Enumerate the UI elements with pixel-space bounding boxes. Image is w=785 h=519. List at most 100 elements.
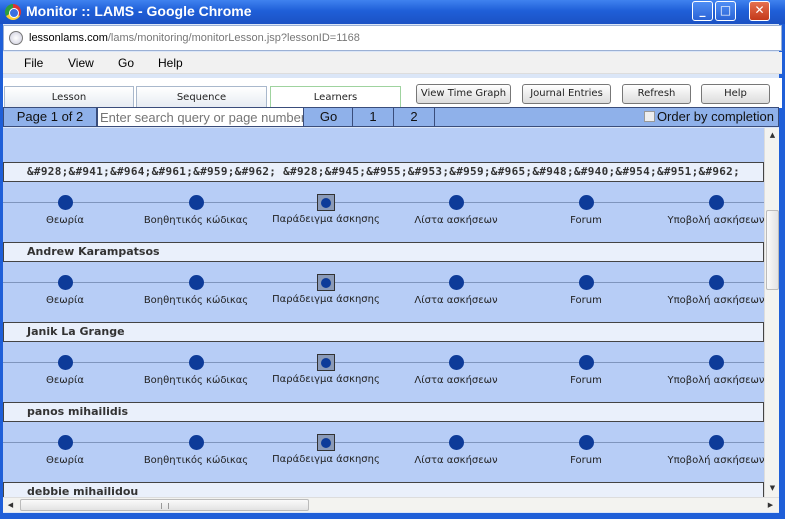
go-button[interactable]: Go: [305, 108, 353, 126]
url-text[interactable]: lessonlams.com/lams/monitoring/monitorLe…: [29, 32, 360, 44]
activity-dot-icon[interactable]: [578, 275, 594, 290]
menu-file[interactable]: File: [24, 56, 43, 70]
globe-icon: [9, 31, 23, 45]
scroll-down-arrow-icon[interactable]: ▼: [766, 482, 779, 495]
scroll-left-arrow-icon[interactable]: ◀: [4, 499, 17, 512]
activity-dot-icon[interactable]: [578, 435, 594, 450]
activity-node[interactable]: Βοηθητικός κώδικας: [131, 348, 261, 386]
learner-sequence: Θεωρία Βοηθητικός κώδικας Παράδειγμα άσκησ…: [3, 268, 764, 328]
activity-dot-icon[interactable]: [57, 195, 73, 210]
activity-node[interactable]: Forum: [521, 268, 651, 306]
activity-node[interactable]: Λίστα ασκήσεων: [391, 188, 521, 226]
activity-dot-icon[interactable]: [708, 195, 724, 210]
activity-dot-icon[interactable]: [448, 435, 464, 450]
activity-node[interactable]: Θεωρία: [3, 268, 130, 306]
activity-dot-icon[interactable]: [708, 355, 724, 370]
activity-dot-icon[interactable]: [578, 355, 594, 370]
activity-node[interactable]: Υποβολή ασκήσεων: [651, 268, 764, 306]
activity-dot-icon[interactable]: [448, 355, 464, 370]
activity-dot-icon[interactable]: [188, 275, 204, 290]
activity-node[interactable]: Θεωρία: [3, 188, 130, 226]
activity-dot-icon[interactable]: [188, 355, 204, 370]
activity-dot-icon[interactable]: [57, 355, 73, 370]
activity-dot-icon[interactable]: [57, 275, 73, 290]
activity-label: Παράδειγμα άσκησης: [272, 454, 380, 465]
activity-dot-icon[interactable]: [448, 275, 464, 290]
maximize-button[interactable]: □: [715, 1, 736, 21]
activity-label: Υποβολή ασκήσεων: [667, 455, 764, 466]
activity-node[interactable]: Υποβολή ασκήσεων: [651, 348, 764, 386]
horizontal-scroll-thumb[interactable]: [20, 499, 309, 511]
close-button[interactable]: ✕: [749, 1, 770, 21]
tab-learners[interactable]: Learners: [270, 86, 401, 108]
activity-node[interactable]: Forum: [521, 428, 651, 466]
activity-dot-icon[interactable]: [578, 195, 594, 210]
learner-sequence: Θεωρία Βοηθητικός κώδικας Παράδειγμα άσκησ…: [3, 188, 764, 248]
activity-dot-icon[interactable]: [708, 435, 724, 450]
learner-name[interactable]: Andrew Karampatsos: [3, 242, 764, 262]
journal-entries-button[interactable]: Journal Entries: [522, 84, 611, 104]
activity-node[interactable]: Βοηθητικός κώδικας: [131, 428, 261, 466]
activity-node[interactable]: Forum: [521, 188, 651, 226]
activity-dot-icon[interactable]: [188, 195, 204, 210]
learner-name[interactable]: Janik La Grange: [3, 322, 764, 342]
scroll-up-arrow-icon[interactable]: ▲: [766, 129, 779, 142]
current-activity-icon[interactable]: [317, 274, 335, 291]
learner-search-input[interactable]: [97, 108, 304, 126]
order-by-completion[interactable]: Order by completion: [643, 109, 774, 124]
scroll-right-arrow-icon[interactable]: ▶: [764, 499, 777, 512]
activity-dot-icon[interactable]: [708, 275, 724, 290]
tab-lesson[interactable]: Lesson: [4, 86, 134, 108]
menu-help[interactable]: Help: [158, 56, 183, 70]
window-frame-bottom: [0, 513, 785, 519]
activity-label: Λίστα ασκήσεων: [414, 215, 498, 226]
page-1-link[interactable]: 1: [353, 108, 394, 126]
menu-view[interactable]: View: [68, 56, 94, 70]
activity-label: Λίστα ασκήσεων: [414, 455, 498, 466]
help-button[interactable]: Help: [701, 84, 770, 104]
activity-node[interactable]: Forum: [521, 348, 651, 386]
page-indicator: Page 1 of 2: [4, 108, 97, 126]
activity-node[interactable]: Υποβολή ασκήσεων: [651, 428, 764, 466]
activity-label: Βοηθητικός κώδικας: [143, 295, 249, 306]
current-activity-icon[interactable]: [317, 194, 335, 211]
activity-label: Υποβολή ασκήσεων: [667, 215, 764, 226]
activity-node[interactable]: Παράδειγμα άσκησης: [261, 348, 391, 385]
horizontal-scrollbar[interactable]: ◀ ▶: [3, 497, 779, 512]
order-checkbox[interactable]: [643, 111, 655, 122]
menu-go[interactable]: Go: [118, 56, 134, 70]
learner-name[interactable]: panos mihailidis: [3, 402, 764, 422]
activity-node[interactable]: Λίστα ασκήσεων: [391, 348, 521, 386]
activity-node[interactable]: Λίστα ασκήσεων: [391, 428, 521, 466]
grip-icon: [161, 503, 169, 509]
page-2-link[interactable]: 2: [394, 108, 435, 126]
address-bar[interactable]: lessonlams.com/lams/monitoring/monitorLe…: [3, 25, 782, 51]
activity-node[interactable]: Βοηθητικός κώδικας: [131, 188, 261, 226]
activity-label: Παράδειγμα άσκησης: [272, 214, 380, 225]
vertical-scroll-thumb[interactable]: [766, 210, 779, 290]
tab-sequence[interactable]: Sequence: [136, 86, 267, 108]
activity-dot-icon[interactable]: [448, 195, 464, 210]
activity-node[interactable]: Παράδειγμα άσκησης: [261, 188, 391, 225]
activity-node[interactable]: Θεωρία: [3, 428, 130, 466]
learner-name[interactable]: &#928;&#941;&#964;&#961;&#959;&#962; &#9…: [3, 162, 764, 182]
current-activity-icon[interactable]: [317, 434, 335, 451]
vertical-scrollbar[interactable]: ▲ ▼: [764, 128, 779, 497]
activity-node[interactable]: Παράδειγμα άσκησης: [261, 268, 391, 305]
menu-bar: File View Go Help: [3, 52, 782, 74]
activity-dot-icon[interactable]: [188, 435, 204, 450]
activity-node[interactable]: Υποβολή ασκήσεων: [651, 188, 764, 226]
window-title: Monitor :: LAMS - Google Chrome: [26, 3, 252, 19]
activity-node[interactable]: Λίστα ασκήσεων: [391, 268, 521, 306]
activity-node[interactable]: Παράδειγμα άσκησης: [261, 428, 391, 465]
activity-node[interactable]: Βοηθητικός κώδικας: [131, 268, 261, 306]
minimize-button[interactable]: _: [692, 1, 713, 21]
activity-dot-icon[interactable]: [57, 435, 73, 450]
view-time-graph-button[interactable]: View Time Graph: [416, 84, 511, 104]
refresh-button[interactable]: Refresh: [622, 84, 691, 104]
activity-label: Θεωρία: [46, 215, 84, 226]
monitor-toolbar: Lesson Sequence Learners View Time Graph…: [3, 78, 782, 108]
current-activity-icon[interactable]: [317, 354, 335, 371]
activity-node[interactable]: Θεωρία: [3, 348, 130, 386]
learner-name[interactable]: debbie mihailidou: [3, 482, 764, 497]
